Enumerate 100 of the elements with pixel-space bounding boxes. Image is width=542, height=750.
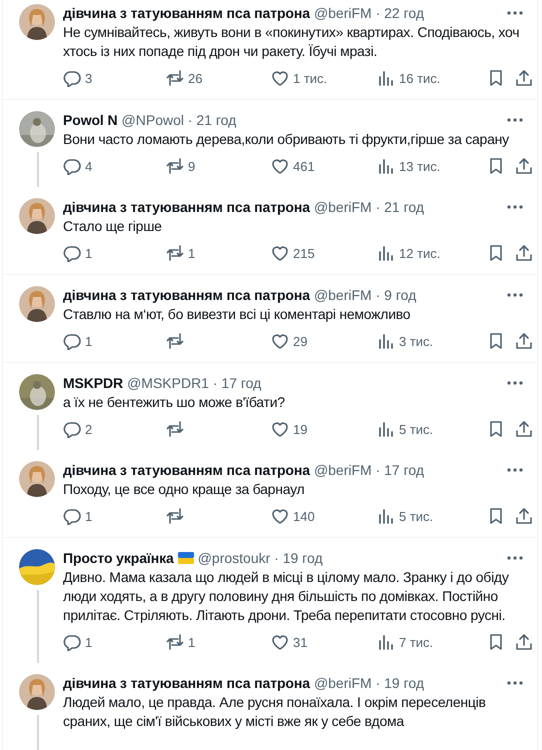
handle-and-time: @prostoukr · 19 год — [198, 550, 323, 566]
repost-button[interactable] — [166, 506, 184, 526]
heart-icon — [271, 420, 289, 438]
more-icon[interactable] — [507, 381, 523, 385]
heart-icon — [271, 633, 289, 651]
bookmark-button[interactable] — [487, 632, 505, 652]
repost-button[interactable]: 1 — [166, 243, 196, 263]
reply-button[interactable]: 1 — [63, 331, 92, 351]
handle-and-time: @beriFM · 9 год — [314, 287, 416, 303]
reply-button[interactable]: 2 — [63, 419, 92, 439]
bookmark-button[interactable] — [487, 156, 505, 176]
bookmark-icon — [487, 507, 505, 525]
avatar[interactable] — [19, 198, 55, 234]
views-button[interactable]: 7 тис. — [377, 632, 434, 652]
share-button[interactable] — [515, 331, 533, 351]
more-icon[interactable] — [507, 468, 523, 472]
avatar[interactable] — [19, 674, 55, 710]
repost-icon — [166, 157, 184, 175]
bar-chart-icon — [377, 157, 395, 175]
repost-button[interactable]: 1 — [166, 632, 196, 652]
like-button[interactable]: 31 — [271, 632, 308, 652]
reply-icon — [63, 633, 81, 651]
bookmark-button[interactable] — [487, 68, 505, 88]
user-name[interactable]: дівчина з татуюванням пса патрона — [63, 199, 310, 215]
bookmark-icon — [487, 420, 505, 438]
repost-button[interactable] — [166, 419, 184, 439]
reply-icon — [63, 244, 81, 262]
more-icon[interactable] — [507, 11, 523, 15]
like-button[interactable]: 19 — [271, 419, 308, 439]
bookmark-button[interactable] — [487, 506, 505, 526]
user-name[interactable]: Просто українка — [63, 550, 174, 566]
bookmark-button[interactable] — [487, 419, 505, 439]
handle-and-time: @beriFM · 17 год — [314, 462, 424, 478]
more-icon[interactable] — [507, 205, 523, 209]
share-icon — [515, 633, 533, 651]
reply-icon — [63, 69, 81, 87]
reply-icon — [63, 507, 81, 525]
bookmark-icon — [487, 69, 505, 87]
more-icon[interactable] — [507, 556, 523, 560]
share-button[interactable] — [515, 68, 533, 88]
views-button[interactable]: 5 тис. — [377, 506, 434, 526]
share-icon — [515, 507, 533, 525]
heart-icon — [271, 157, 289, 175]
more-icon[interactable] — [507, 681, 523, 685]
avatar[interactable] — [19, 461, 55, 497]
tweet-text: Вони часто ломають дерева,коли обривають ті фрукти,гірше за сарану — [63, 130, 510, 149]
handle-and-time: @NPowol · 21 год — [122, 112, 236, 128]
like-button[interactable]: 461 — [271, 156, 315, 176]
avatar[interactable] — [19, 549, 55, 585]
user-name[interactable]: дівчина з татуюванням пса патрона — [63, 287, 310, 303]
like-button[interactable]: 140 — [271, 506, 315, 526]
repost-button[interactable]: 26 — [166, 68, 202, 88]
handle-and-time: @MSKPDR1 · 17 год — [127, 375, 262, 391]
bar-chart-icon — [377, 633, 395, 651]
share-button[interactable] — [515, 243, 533, 263]
reply-button[interactable]: 3 — [63, 68, 92, 88]
tweet-text: Людей мало, це правда. Але русня понаїхала. І окрім переселенців сраних, ще сім'ї військових у місті вже як у себе вдома — [63, 693, 487, 731]
reply-button[interactable]: 1 — [63, 243, 92, 263]
tweet-text: а їх не бентежить шо може в'їбати? — [63, 393, 286, 412]
share-button[interactable] — [515, 506, 533, 526]
avatar[interactable] — [19, 374, 55, 410]
views-button[interactable]: 12 тис. — [377, 243, 440, 263]
tweet-text: Не сумнівайтесь, живуть вони в «покинутих» квартирах. Сподіваюсь, хоч хтось із них попаде під дрон чи ракету. Їбучі мразі. — [63, 23, 520, 61]
reply-button[interactable]: 1 — [63, 632, 92, 652]
repost-button[interactable] — [166, 331, 184, 351]
bar-chart-icon — [377, 244, 395, 262]
like-button[interactable]: 29 — [271, 331, 308, 351]
reply-icon — [63, 332, 81, 350]
bar-chart-icon — [377, 69, 395, 87]
more-icon[interactable] — [507, 118, 523, 122]
views-button[interactable]: 5 тис. — [377, 419, 434, 439]
avatar[interactable] — [19, 286, 55, 322]
bookmark-icon — [487, 332, 505, 350]
share-button[interactable] — [515, 632, 533, 652]
user-name[interactable]: дівчина з татуюванням пса патрона — [63, 5, 310, 21]
reply-button[interactable]: 1 — [63, 506, 92, 526]
handle-and-time: @beriFM · 19 год — [314, 675, 424, 691]
repost-icon — [166, 633, 184, 651]
user-name[interactable]: дівчина з татуюванням пса патрона — [63, 675, 310, 691]
avatar[interactable] — [19, 111, 55, 147]
reply-button[interactable]: 4 — [63, 156, 92, 176]
like-button[interactable]: 1 тис. — [271, 68, 328, 88]
repost-icon — [166, 420, 184, 438]
repost-button[interactable]: 9 — [166, 156, 196, 176]
user-name[interactable]: дівчина з татуюванням пса патрона — [63, 462, 310, 478]
tweet-text: Стало ще гірше — [63, 217, 163, 236]
like-button[interactable]: 215 — [271, 243, 315, 263]
user-name[interactable]: MSKPDR — [63, 375, 124, 391]
more-icon[interactable] — [507, 293, 523, 297]
views-button[interactable]: 16 тис. — [377, 68, 440, 88]
share-button[interactable] — [515, 156, 533, 176]
bookmark-button[interactable] — [487, 243, 505, 263]
heart-icon — [271, 69, 289, 87]
share-button[interactable] — [515, 419, 533, 439]
views-button[interactable]: 3 тис. — [377, 331, 434, 351]
user-name[interactable]: Powol N — [63, 112, 118, 128]
avatar[interactable] — [19, 4, 55, 40]
reply-icon — [63, 420, 81, 438]
views-button[interactable]: 13 тис. — [377, 156, 440, 176]
bookmark-button[interactable] — [487, 331, 505, 351]
